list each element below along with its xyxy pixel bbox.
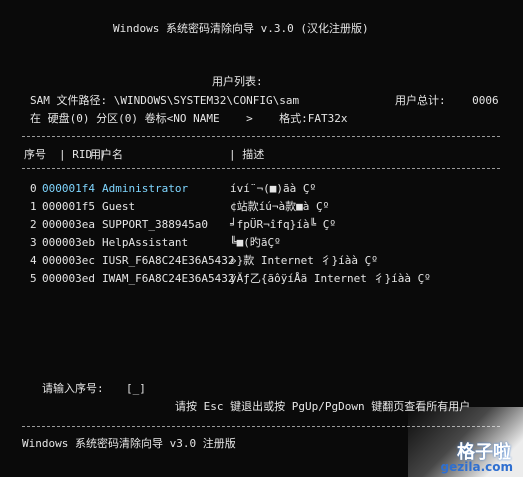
row-username: IUSR_F6A8C24E36A5432 <box>102 254 235 267</box>
row-username: Administrator <box>102 182 189 195</box>
row-description: íví¨¬(■)ãà Çº <box>230 182 317 195</box>
row-index: 0 <box>30 182 37 195</box>
user-total-label: 用户总计: <box>395 94 446 107</box>
row-rid: 000001f5 <box>42 200 95 213</box>
divider <box>22 136 500 137</box>
table-row[interactable]: 0 000001f4 Administrator íví¨¬(■)ãà Çº <box>30 182 316 200</box>
index-prompt-label: 请输入序号: <box>42 382 104 395</box>
sam-file-path: SAM 文件路径: \WINDOWS\SYSTEM32\CONFIG\sam <box>30 94 300 107</box>
table-row[interactable]: 2 000003ea SUPPORT_388945a0 ╛fpÜR¬îfq}íà… <box>30 218 336 236</box>
row-description: ÿÄƒ乙{ãôÿíÅä Internet 彳}íàà Çº <box>230 272 431 285</box>
row-index: 4 <box>30 254 37 267</box>
watermark-logo: 格子啦 <box>457 442 511 463</box>
row-rid: 000003ec <box>42 254 95 267</box>
user-total: 用户总计: 0006 <box>395 94 499 107</box>
column-header-index: 序号 <box>24 148 46 161</box>
row-description: ¢站款íú¬à款■à Çº <box>230 200 330 213</box>
row-index: 1 <box>30 200 37 213</box>
row-rid: 000001f4 <box>42 182 95 195</box>
row-username: HelpAssistant <box>102 236 189 249</box>
disk-info: 在 硬盘(0) 分区(0) 卷标<NO NAME > 格式:FAT32x <box>30 112 348 125</box>
index-input[interactable]: [_] <box>126 382 146 395</box>
table-row[interactable]: 5 000003ed IWAM_F6A8C24E36A5432 ÿÄƒ乙{ãôÿ… <box>30 272 431 290</box>
row-username: SUPPORT_388945a0 <box>102 218 208 231</box>
user-list: 0 000001f4 Administrator íví¨¬(■)ãà Çº 1… <box>30 182 431 290</box>
divider <box>22 168 500 169</box>
row-index: 5 <box>30 272 37 285</box>
user-list-heading: 用户列表: <box>212 75 263 88</box>
column-header-description: | 描述 <box>229 148 265 161</box>
row-index: 2 <box>30 218 37 231</box>
column-header-username: 用户名 <box>90 148 123 161</box>
row-description: ╛fpÜR¬îfq}íà╚ Çº <box>230 218 336 231</box>
row-description: »}款 Internet 彳}íàà Çº <box>230 254 378 267</box>
footer-title: Windows 系统密码清除向导 v3.0 注册版 <box>22 437 236 450</box>
user-total-value: 0006 <box>472 94 499 107</box>
watermark: 格子啦 gezila.com <box>408 407 523 477</box>
row-index: 3 <box>30 236 37 249</box>
row-description: ╚■(旳ãÇº <box>230 236 281 249</box>
table-row[interactable]: 4 000003ec IUSR_F6A8C24E36A5432 »}款 Inte… <box>30 254 378 272</box>
row-rid: 000003ea <box>42 218 95 231</box>
table-row[interactable]: 1 000001f5 Guest ¢站款íú¬à款■à Çº <box>30 200 329 218</box>
table-row[interactable]: 3 000003eb HelpAssistant ╚■(旳ãÇº <box>30 236 281 254</box>
row-rid: 000003ed <box>42 272 95 285</box>
row-username: Guest <box>102 200 136 213</box>
watermark-site: gezila.com <box>440 460 513 474</box>
row-rid: 000003eb <box>42 236 95 249</box>
app-title: Windows 系统密码清除向导 v.3.0 (汉化注册版) <box>113 22 369 35</box>
row-username: IWAM_F6A8C24E36A5432 <box>102 272 235 285</box>
